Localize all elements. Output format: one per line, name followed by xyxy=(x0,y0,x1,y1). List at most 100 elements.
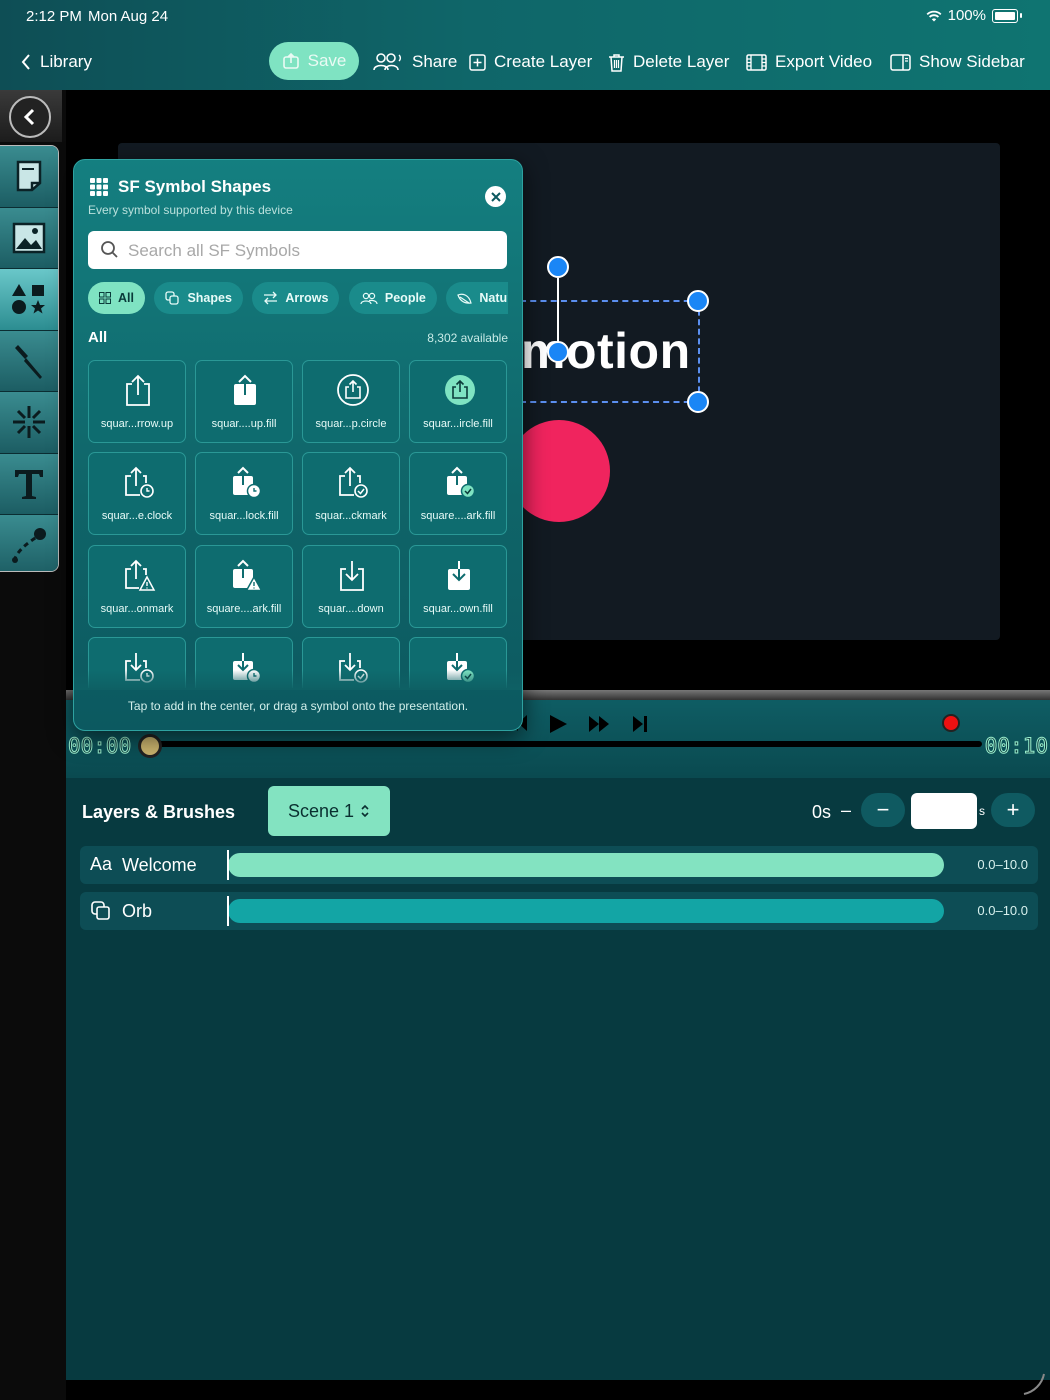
show-sidebar-button[interactable]: Show Sidebar xyxy=(890,40,1025,84)
selection-border-bottom xyxy=(520,401,700,403)
toolbar: Library Save Share Create Layer Delete L… xyxy=(0,40,1050,84)
battery-icon xyxy=(992,8,1018,23)
square-arrow-up-circle-fill-icon xyxy=(445,375,475,405)
symbol-label: square....ark.fill xyxy=(206,603,282,615)
symbol-label: squar...rrow.up xyxy=(100,418,174,430)
layer-range: 0.0–10.0 xyxy=(977,903,1028,918)
library-back-button[interactable]: Library xyxy=(20,40,92,84)
square-arrow-up-checkmark-fill-icon xyxy=(447,466,476,499)
grid-fade xyxy=(74,670,522,690)
rail-collapse-knob xyxy=(9,96,51,138)
scrub-track[interactable] xyxy=(158,741,982,747)
share-button[interactable]: Share xyxy=(372,40,457,84)
symbol-tile[interactable]: squar....up.fill xyxy=(195,360,293,443)
search-icon xyxy=(101,241,118,258)
rotation-handle[interactable] xyxy=(547,256,569,278)
text-tool[interactable] xyxy=(0,453,58,515)
symbol-tile[interactable]: squar...lock.fill xyxy=(195,452,293,535)
chip-arrows[interactable]: Arrows xyxy=(252,282,340,314)
create-layer-button[interactable]: Create Layer xyxy=(469,40,592,84)
layers-title: Layers & Brushes xyxy=(82,802,236,822)
show-sidebar-label: Show Sidebar xyxy=(919,52,1025,71)
resize-grip-icon[interactable] xyxy=(1020,1370,1046,1396)
sparkle-tool[interactable] xyxy=(0,392,58,454)
symbol-tile[interactable]: squar...e.clock xyxy=(88,452,186,535)
square-arrow-up-circle-icon xyxy=(337,374,369,406)
section-count: 8,302 available xyxy=(427,331,508,345)
layer-timeline-bar[interactable] xyxy=(228,899,944,923)
time-start: 00:00 xyxy=(67,734,132,759)
delete-layer-button[interactable]: Delete Layer xyxy=(608,40,729,84)
chip-nature[interactable]: Natur xyxy=(446,282,508,314)
symbol-tile[interactable]: squar...own.fill xyxy=(409,545,507,628)
chip-label: All xyxy=(118,291,134,305)
symbol-tile[interactable]: squar...rrow.up xyxy=(88,360,186,443)
close-icon xyxy=(490,191,501,202)
orb-shape[interactable] xyxy=(508,420,610,522)
layer-bar-start[interactable] xyxy=(227,896,229,926)
symbol-tile[interactable]: squar...ircle.fill xyxy=(409,360,507,443)
chip-people[interactable]: People xyxy=(348,282,437,314)
film-icon xyxy=(746,53,767,71)
play-icon[interactable] xyxy=(548,714,568,734)
record-button[interactable] xyxy=(942,714,960,732)
people-icon xyxy=(360,292,378,304)
save-button[interactable]: Save xyxy=(269,42,359,80)
duration-dash: – xyxy=(841,800,852,820)
page-icon xyxy=(16,161,42,192)
export-video-button[interactable]: Export Video xyxy=(746,40,872,84)
chip-shapes[interactable]: Shapes xyxy=(154,282,243,314)
symbol-label: squar...ckmark xyxy=(315,510,387,522)
chip-all[interactable]: All xyxy=(88,282,145,314)
skip-end-icon[interactable] xyxy=(632,715,648,733)
layer-timeline-bar[interactable] xyxy=(228,853,944,877)
square-arrow-down-fill-icon xyxy=(448,561,470,590)
page-tool[interactable] xyxy=(0,146,58,208)
image-tool[interactable] xyxy=(0,207,58,269)
symbol-label: squar....down xyxy=(318,603,384,615)
layer-bar-start[interactable] xyxy=(227,850,229,880)
resize-handle-bottom-right[interactable] xyxy=(687,391,709,413)
scrub-knob[interactable] xyxy=(138,734,162,758)
close-button[interactable] xyxy=(485,186,506,207)
create-layer-label: Create Layer xyxy=(494,52,593,71)
decrement-button[interactable]: − xyxy=(861,793,905,827)
symbol-panel: SF Symbol Shapes Every symbol supported … xyxy=(73,159,523,731)
symbol-tile[interactable]: squar...ckmark xyxy=(302,452,400,535)
search-box xyxy=(88,231,507,271)
square-arrow-up-icon xyxy=(126,374,150,406)
time-end: 00:10 xyxy=(984,734,1048,759)
fast-forward-icon[interactable] xyxy=(588,715,610,733)
search-input[interactable] xyxy=(126,231,500,271)
symbol-tile[interactable]: squar...onmark xyxy=(88,545,186,628)
brush-tool[interactable] xyxy=(0,330,58,392)
square-arrow-up-exclamationmark-fill-icon xyxy=(233,559,263,592)
save-icon xyxy=(282,52,299,69)
symbol-tile[interactable]: squar....down xyxy=(302,545,400,628)
shapes-tool[interactable] xyxy=(0,269,58,331)
layer-row-welcome[interactable]: Aa Welcome 0.0–10.0 xyxy=(80,846,1038,884)
rail-collapse-button[interactable] xyxy=(0,90,62,142)
symbol-tile[interactable]: square....ark.fill xyxy=(409,452,507,535)
status-date: Mon Aug 24 xyxy=(88,8,169,25)
layer-row-orb[interactable]: Orb 0.0–10.0 xyxy=(80,892,1038,930)
shape-layer-icon xyxy=(91,901,110,920)
chevron-left-icon xyxy=(23,108,35,126)
scene-picker[interactable]: Scene 1 xyxy=(268,786,390,836)
chip-label: Shapes xyxy=(187,291,232,305)
image-icon xyxy=(12,222,46,253)
increment-button[interactable]: + xyxy=(991,793,1035,827)
chip-label: Arrows xyxy=(285,291,329,305)
status-right: 100% xyxy=(926,7,1022,24)
resize-handle-top-right[interactable] xyxy=(687,290,709,312)
square-arrow-up-clock-fill-icon xyxy=(233,466,262,499)
symbol-tile[interactable]: square....ark.fill xyxy=(195,545,293,628)
path-tool[interactable] xyxy=(0,515,58,571)
anchor-handle[interactable] xyxy=(547,341,569,363)
symbol-label: squar...lock.fill xyxy=(209,510,279,522)
brush-icon xyxy=(15,344,42,379)
symbol-tile[interactable]: squar...p.circle xyxy=(302,360,400,443)
section-label: All xyxy=(88,329,108,346)
duration-input[interactable] xyxy=(911,793,977,829)
battery-percent: 100% xyxy=(947,7,986,24)
